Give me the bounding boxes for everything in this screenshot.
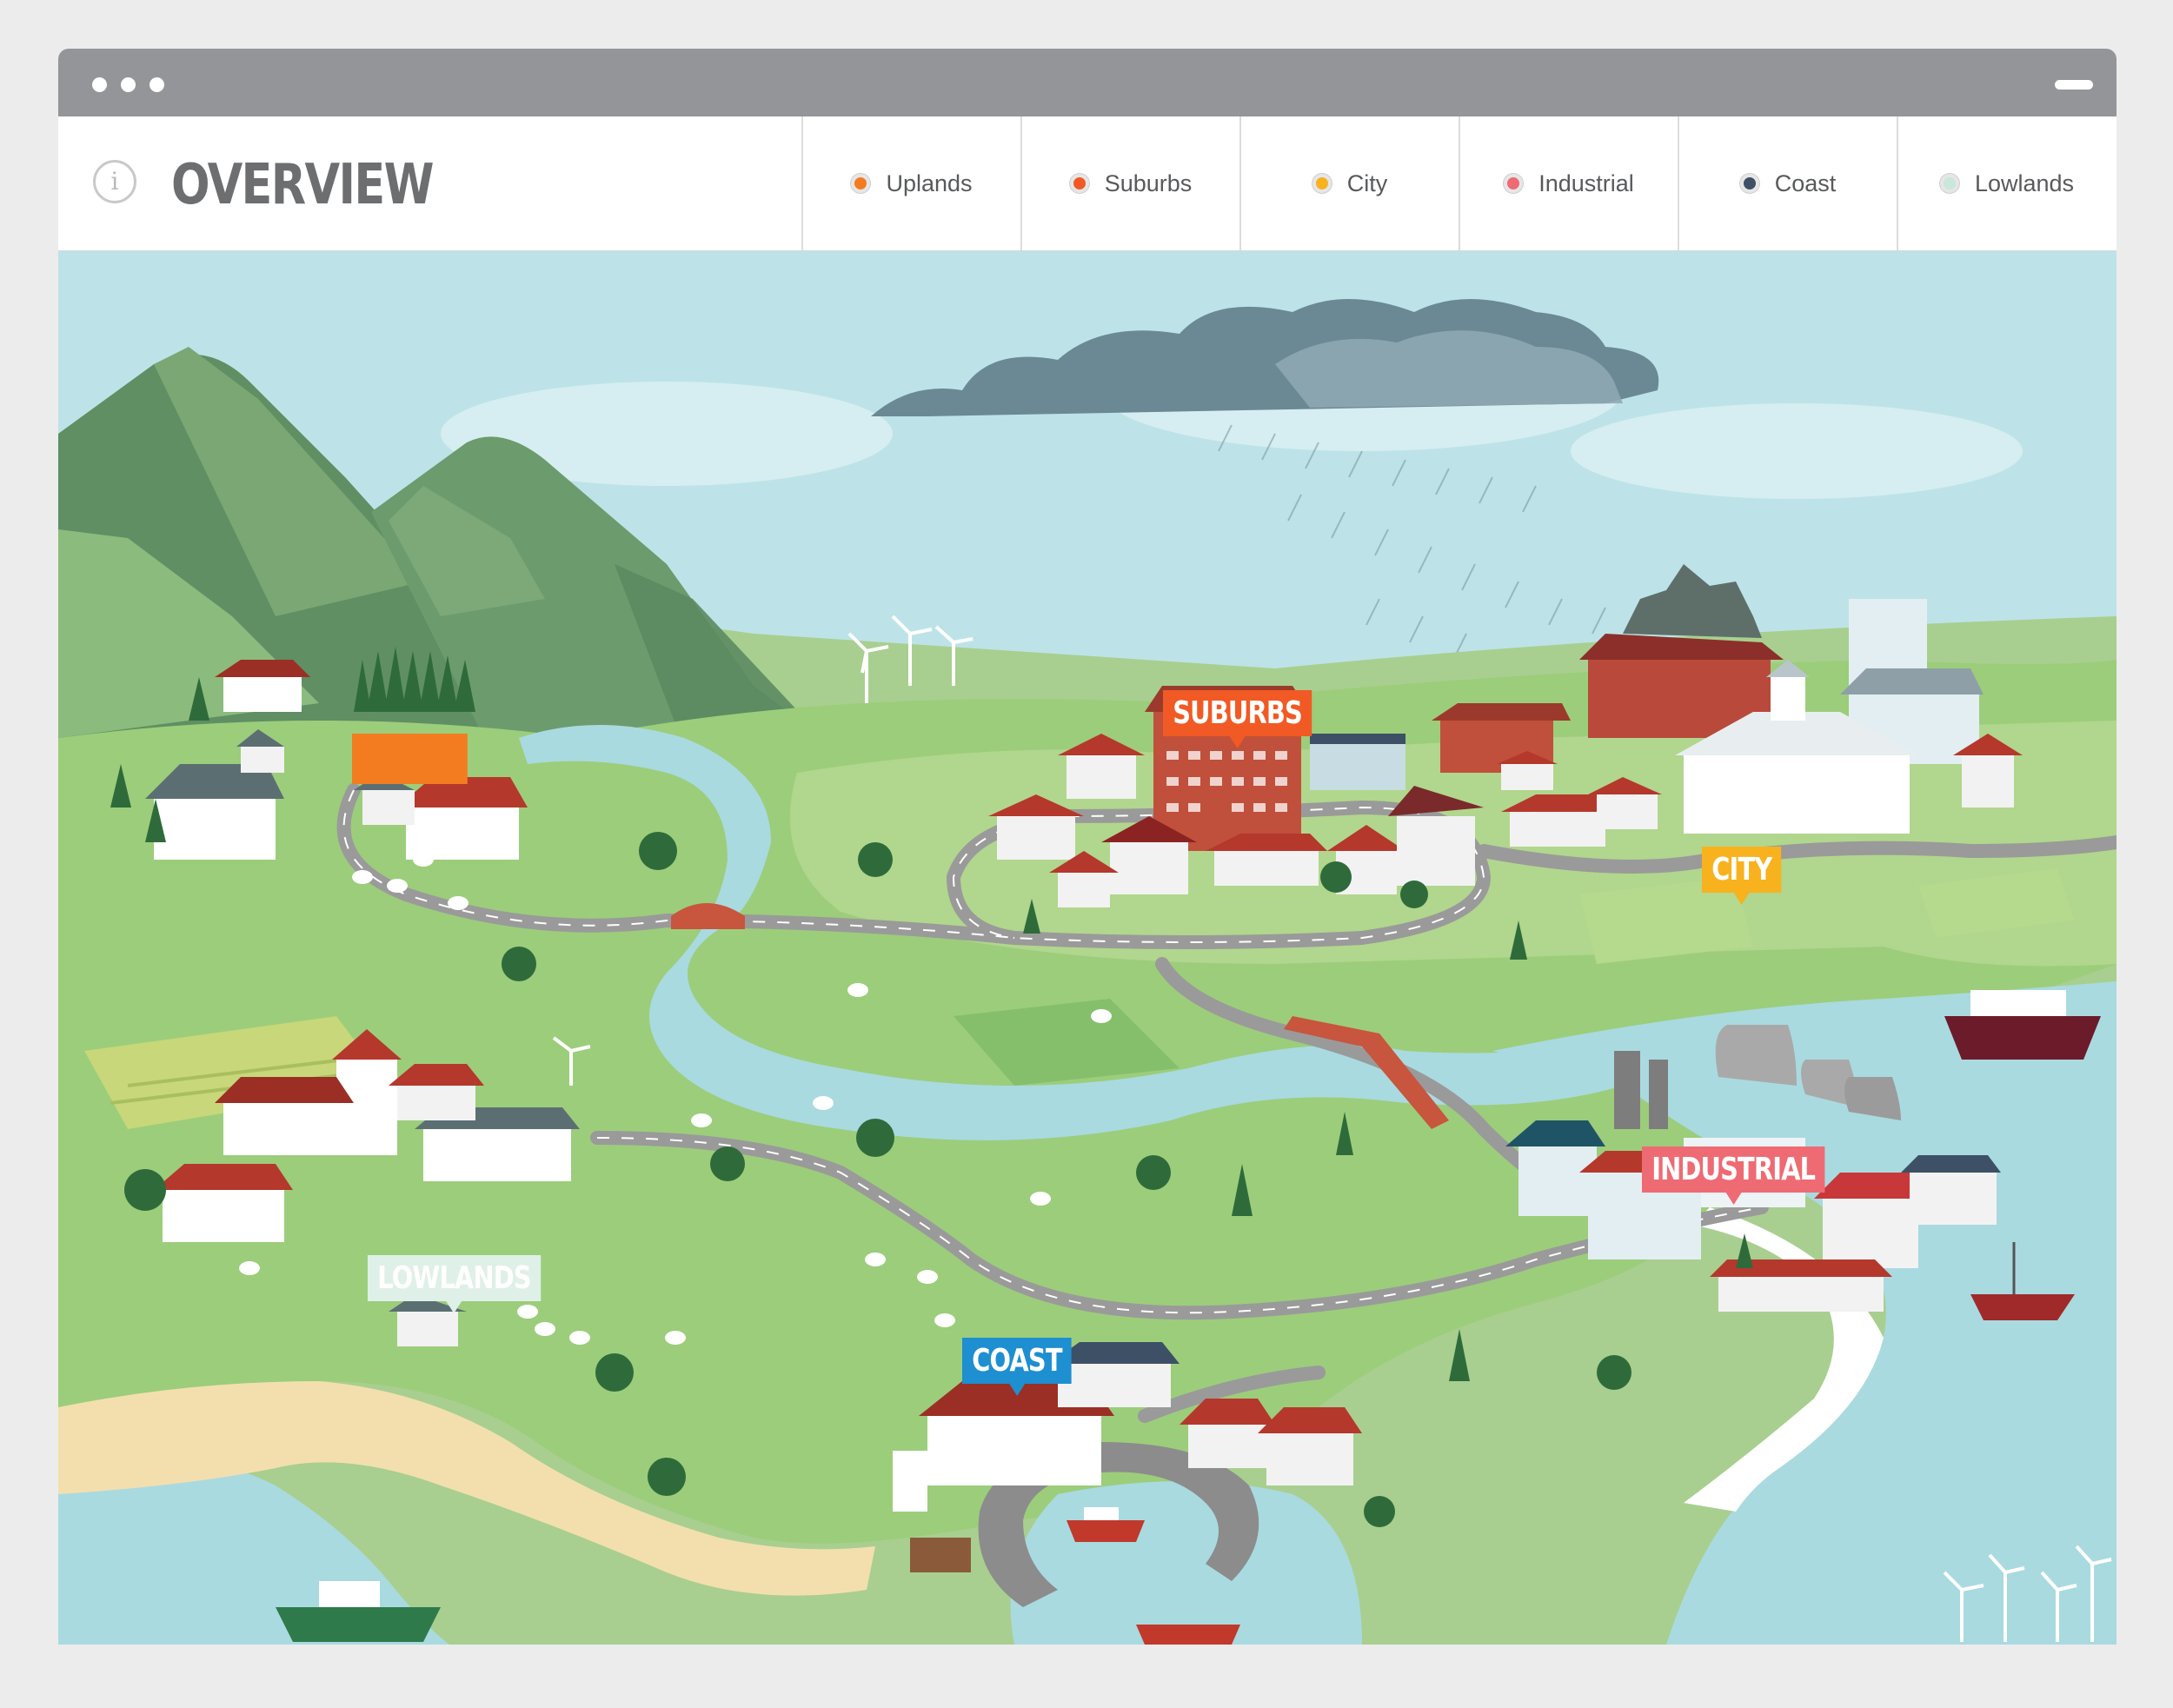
suburbs-dot-icon [1069, 174, 1089, 193]
lowlands-dot-icon [1939, 174, 1959, 193]
illustrated-map[interactable]: EWP SUBURBS CITY INDUSTRIAL COAST LOWLAN… [58, 251, 2117, 1645]
coast-dot-icon [1739, 174, 1759, 193]
industrial-dot-icon [1504, 174, 1524, 193]
window-titlebar [58, 49, 2117, 116]
city-pin-label: CITY [1711, 852, 1772, 887]
window-dot-2[interactable] [121, 77, 136, 92]
browser-window: i OVERVIEW Uplands Suburbs City Industri… [58, 49, 2117, 1645]
tab-suburbs[interactable]: Suburbs [1020, 116, 1239, 250]
uplands-pin[interactable] [352, 734, 468, 784]
suburbs-pin[interactable]: SUBURBS [1163, 690, 1312, 748]
city-dot-icon [1312, 174, 1332, 193]
tab-label: Industrial [1538, 169, 1634, 196]
rain-cloud [871, 299, 1659, 678]
coast-pin[interactable]: COAST [962, 1338, 1072, 1396]
tab-label: Lowlands [1974, 169, 2075, 196]
suburbs-pin-label: SUBURBS [1173, 695, 1303, 731]
lowlands-pin[interactable]: LOWLANDS [368, 1255, 541, 1313]
info-icon[interactable]: i [93, 160, 136, 203]
tab-lowlands[interactable]: Lowlands [1897, 116, 2116, 250]
coast-pin-label: COAST [972, 1343, 1062, 1379]
tab-uplands[interactable]: Uplands [801, 116, 1020, 250]
lowlands-pin-label: LOWLANDS [377, 1260, 531, 1296]
tab-label: Uplands [886, 169, 973, 196]
tab-industrial[interactable]: Industrial [1459, 116, 1678, 250]
window-dot-1[interactable] [92, 77, 107, 92]
minimize-icon[interactable] [2055, 80, 2093, 90]
tab-coast[interactable]: Coast [1678, 116, 1897, 250]
page-title: OVERVIEW [171, 153, 434, 217]
tab-label: Coast [1774, 169, 1837, 196]
header-bar: i OVERVIEW Uplands Suburbs City Industri… [58, 116, 2117, 251]
tab-label: Suburbs [1104, 169, 1193, 196]
industrial-pin-label: INDUSTRIAL [1651, 1152, 1816, 1187]
map-illustration: EWP [58, 299, 2117, 1645]
region-tabs: Uplands Suburbs City Industrial Coast Lo… [801, 116, 2116, 250]
window-dot-3[interactable] [150, 77, 164, 92]
city-pin[interactable]: CITY [1702, 847, 1782, 905]
tab-label: City [1346, 169, 1388, 196]
tab-city[interactable]: City [1239, 116, 1459, 250]
uplands-dot-icon [851, 174, 871, 193]
industrial-pin[interactable]: INDUSTRIAL [1642, 1146, 1825, 1205]
